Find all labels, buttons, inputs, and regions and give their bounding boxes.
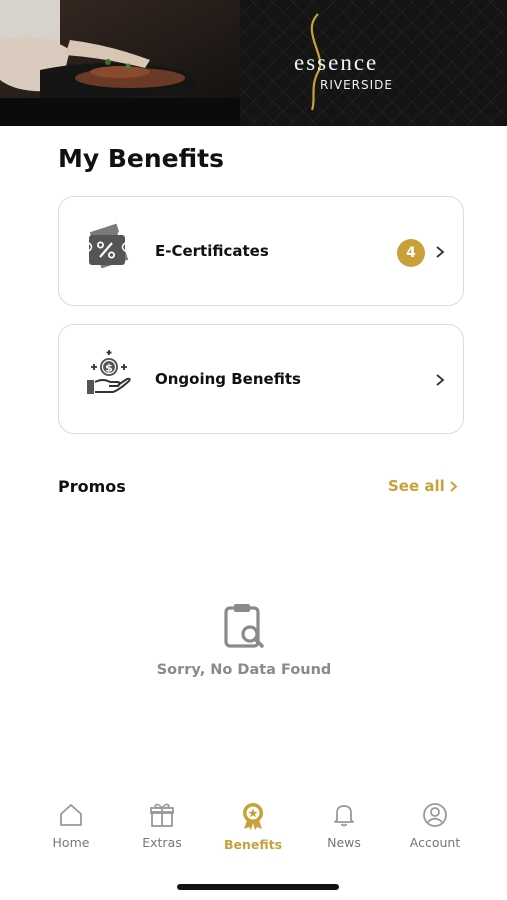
card-label: E-Certificates [155,242,269,260]
count-badge: 4 [397,239,425,267]
chevron-right-icon [450,481,458,492]
promos-section-title: Promos [58,477,126,496]
tab-label: Benefits [223,837,283,852]
bell-icon [334,805,354,827]
chevron-right-icon [436,374,445,386]
home-indicator [177,884,339,890]
tab-account[interactable]: Account [390,796,480,856]
header-banner: essence RIVERSIDE [0,0,507,126]
benefits-badge-icon [243,803,263,830]
tab-label: Account [409,835,461,850]
tab-home[interactable]: Home [26,796,116,856]
brand-name: essence [294,50,379,75]
see-all-promos-link[interactable]: See all [388,477,458,495]
svg-text:$: $ [105,362,113,375]
e-certificate-ticket-icon [88,223,129,269]
see-all-label: See all [388,477,445,495]
tab-benefits[interactable]: Benefits [208,796,298,856]
chevron-right-icon [436,246,445,258]
clipboard-search-icon [224,604,264,648]
empty-state-message: Sorry, No Data Found [156,662,332,678]
account-icon [423,803,447,827]
tab-label: News [327,835,361,850]
brand-logo: essence RIVERSIDE [288,12,418,112]
tab-label: Home [52,835,90,850]
hand-coin-icon: $ [87,350,131,394]
page-title: My Benefits [58,144,225,173]
bottom-tab-bar: Home Extras Benefits News Account [0,796,507,866]
tab-extras[interactable]: Extras [117,796,207,856]
brand-subtitle: RIVERSIDE [320,78,393,92]
ongoing-benefits-card[interactable]: $ Ongoing Benefits [58,324,464,434]
banner-food-photo [0,0,240,126]
card-label: Ongoing Benefits [155,370,301,388]
gift-icon [150,803,174,827]
e-certificates-card[interactable]: E-Certificates 4 [58,196,464,306]
tab-news[interactable]: News [299,796,389,856]
home-icon [60,804,82,826]
tab-label: Extras [142,835,182,850]
